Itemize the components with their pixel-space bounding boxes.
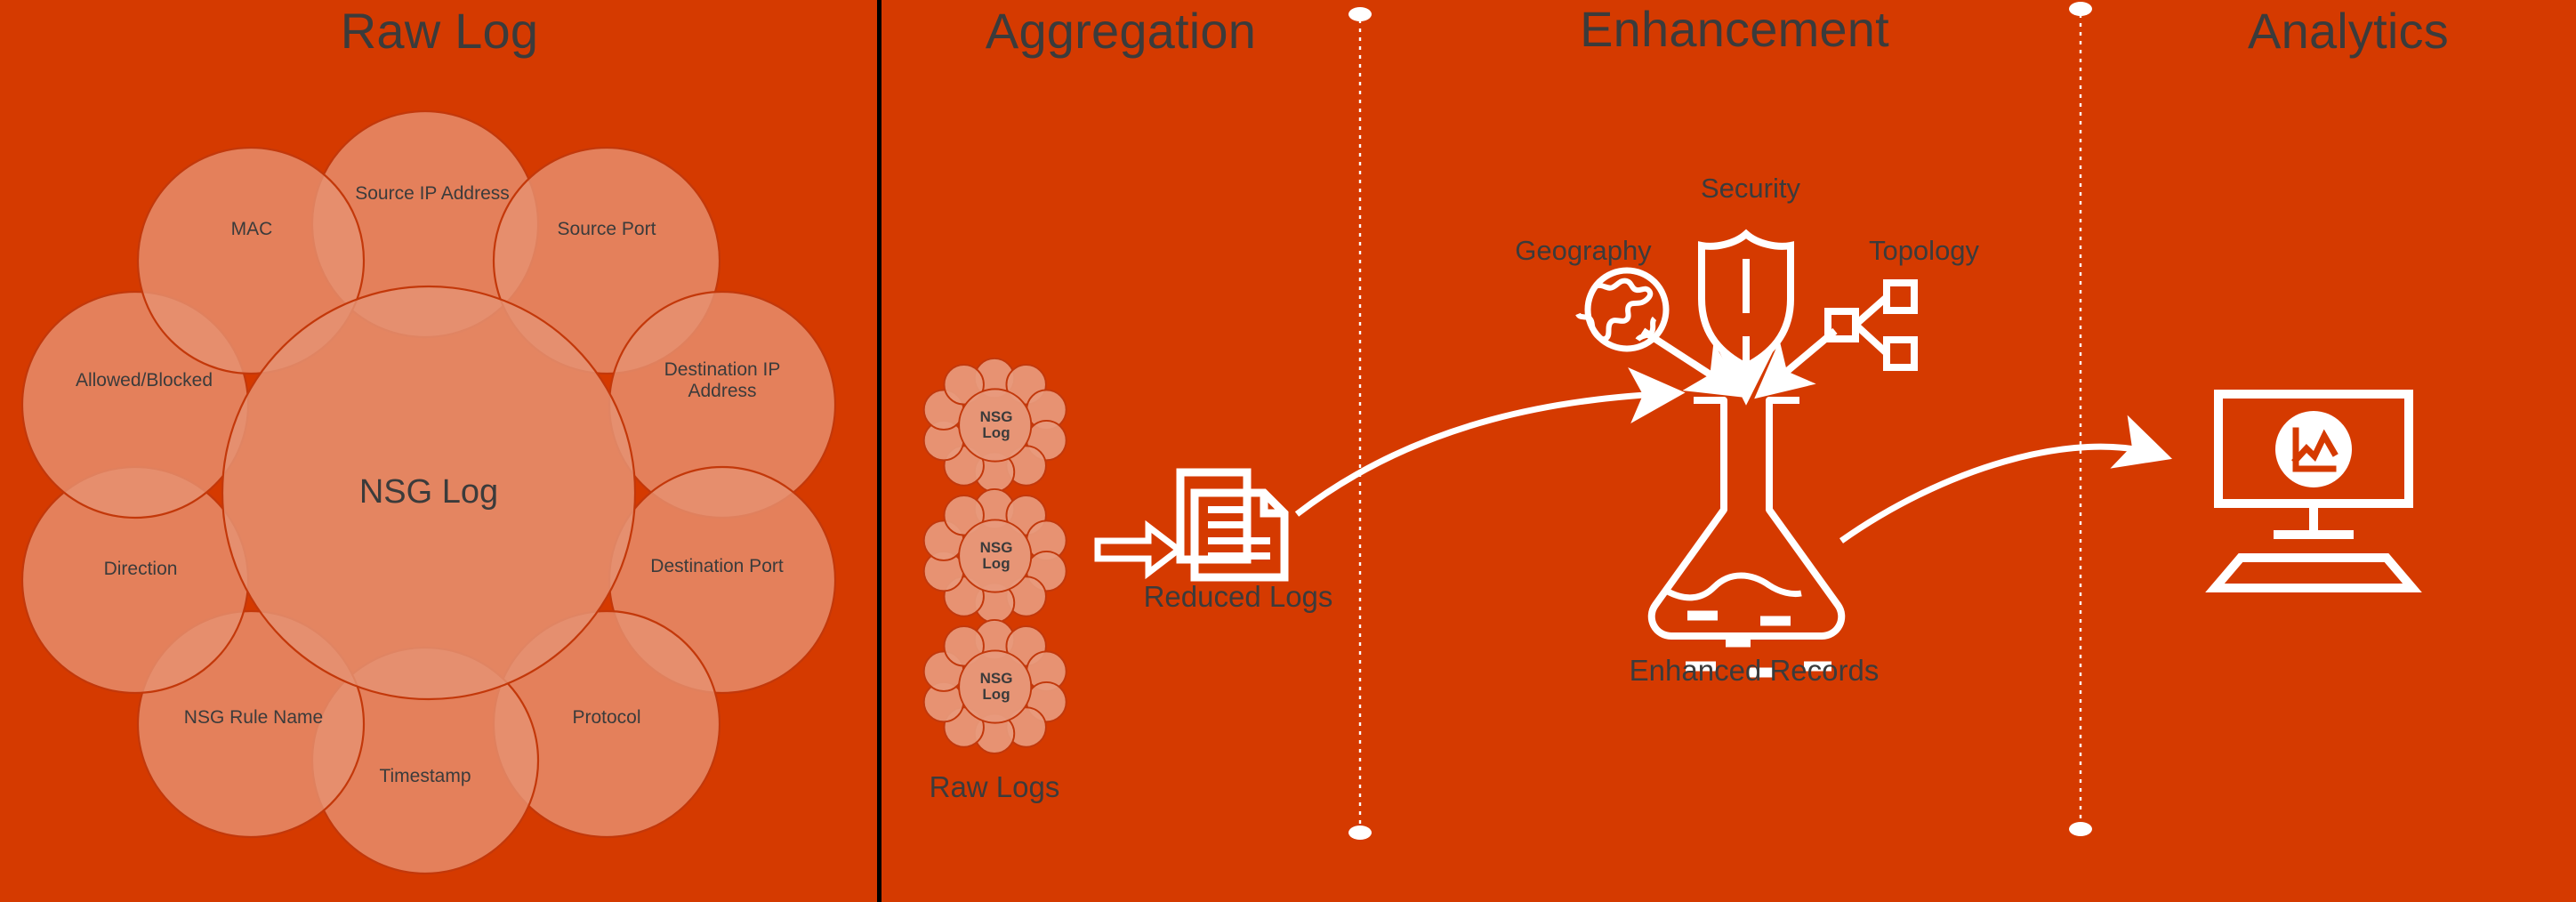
raw-logs-caption: Raw Logs (929, 770, 1060, 803)
venn-petal (608, 465, 837, 695)
inflow-arrow-geography (1640, 327, 1746, 398)
globe-icon (1575, 267, 1670, 352)
inflow-arrow-topology (1754, 327, 1838, 399)
venn-attribute-destination-ip-address: Destination IP Address (664, 358, 781, 401)
venn-petal (608, 290, 837, 519)
panel-divider-vertical (877, 0, 881, 902)
venn-center-label: NSG Log (358, 473, 499, 511)
nsg-log-cluster-label: NSG Log (979, 408, 1013, 441)
panel-title-enhancement: Enhancement (1580, 1, 1889, 57)
shield-icon (1698, 229, 1794, 371)
venn-attribute-source-port: Source Port (557, 218, 656, 239)
monitor-chart-icon (2205, 390, 2422, 592)
enhancement-input-label-security: Security (1701, 173, 1800, 204)
panel-title-raw-log: Raw Log (340, 3, 539, 59)
section-dotted-line-2 (2069, 2, 2092, 836)
venn-petal (310, 109, 540, 339)
venn-attribute-timestamp: Timestamp (379, 765, 471, 786)
network-topology-icon (1824, 279, 1918, 371)
venn-attribute-destination-port: Destination Port (650, 555, 784, 576)
right-arrow-icon (1094, 519, 1184, 580)
flow-arrow-to-flask (1294, 367, 1686, 517)
erlenmeyer-flask-icon (1647, 397, 1846, 678)
venn-petal (492, 146, 721, 375)
panel-title-aggregation: Aggregation (985, 3, 1257, 59)
venn-attribute-source-ip-address: Source IP Address (355, 182, 510, 204)
venn-attribute-nsg-rule-name: NSG Rule Name (183, 706, 324, 728)
venn-petal (136, 146, 366, 375)
venn-petal (310, 646, 540, 875)
venn-attribute-allowed-blocked: Allowed/Blocked (75, 369, 213, 391)
panel-title-analytics: Analytics (2248, 3, 2449, 59)
venn-attribute-protocol: Protocol (572, 706, 641, 728)
venn-attribute-mac: MAC (230, 218, 273, 239)
reduced-logs-caption: Reduced Logs (1143, 580, 1333, 613)
diagram-canvas: Raw Log Aggregation Enhancement Analytic… (0, 0, 2576, 902)
enhancement-input-label-geography: Geography (1515, 235, 1652, 266)
nsg-log-cluster-label: NSG Log (979, 670, 1013, 703)
section-dotted-line-1 (1348, 7, 1372, 840)
flow-arrow-to-analytics (1839, 415, 2173, 544)
nsg-log-cluster-label: NSG Log (979, 539, 1013, 572)
documents-stack-icon (1176, 468, 1289, 582)
venn-petal (20, 290, 250, 519)
enhancement-input-label-topology: Topology (1868, 235, 1980, 266)
venn-attribute-direction: Direction (103, 558, 178, 579)
enhanced-records-caption: Enhanced Records (1629, 654, 1880, 687)
